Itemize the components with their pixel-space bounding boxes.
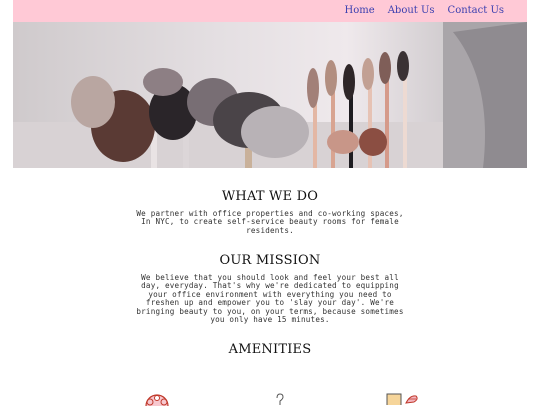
hero-image xyxy=(13,22,527,168)
amenities-section: AMENITIES xyxy=(0,342,540,357)
what-we-do-heading: WHAT WE DO xyxy=(221,189,319,204)
makeup-brushes-illustration xyxy=(13,22,527,168)
nav-about-link[interactable]: About Us xyxy=(388,5,435,17)
our-mission-heading: OUR MISSION xyxy=(219,253,321,268)
mirror-brush-icon xyxy=(386,393,418,405)
top-navbar: Home About Us Contact Us xyxy=(13,0,527,22)
amenities-heading: AMENITIES xyxy=(228,342,312,357)
nav-links: Home About Us Contact Us xyxy=(345,5,504,17)
what-we-do-text: We partner with office properties and co… xyxy=(136,209,404,235)
page: Home About Us Contact Us WHAT WE DO We p… xyxy=(0,0,540,406)
nav-contact-link[interactable]: Contact Us xyxy=(448,5,504,17)
what-we-do-section: WHAT WE DO We partner with office proper… xyxy=(0,189,540,235)
our-mission-text: We believe that you should look and feel… xyxy=(136,273,404,325)
amenities-icons xyxy=(0,390,540,406)
our-mission-section: OUR MISSION We believe that you should l… xyxy=(0,253,540,324)
nav-home-link[interactable]: Home xyxy=(345,5,375,17)
hair-pin-icon xyxy=(276,393,284,405)
blush-compact-icon xyxy=(145,394,169,406)
